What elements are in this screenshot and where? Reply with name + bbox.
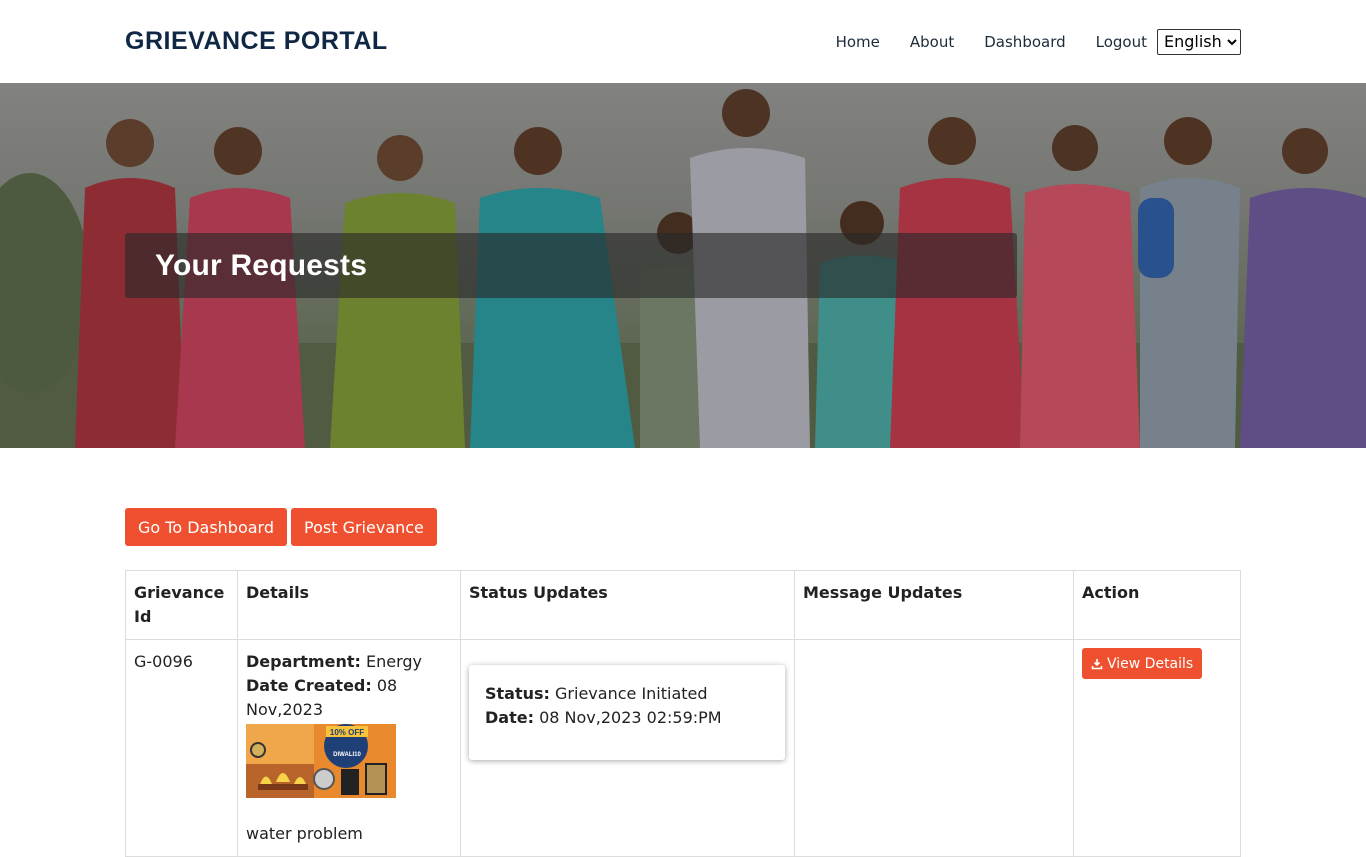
nav-about-link[interactable]: About [910,33,954,51]
date-created-line: Date Created: 08 Nov,2023 [246,674,452,722]
language-select[interactable]: English [1157,28,1241,55]
page-title: Your Requests [155,248,368,282]
table-row: G-0096 Department: Energy Date Created: … [125,639,1241,857]
cell-details: Department: Energy Date Created: 08 Nov,… [237,639,461,857]
main-nav: Home About Dashboard Logout English [836,28,1241,55]
status-value: Grievance Initiated [555,684,708,703]
hero-banner: Your Requests [0,83,1366,448]
post-grievance-button[interactable]: Post Grievance [291,508,437,546]
action-buttons: Go To Dashboard Post Grievance [125,508,1241,546]
header-action: Action [1073,570,1241,640]
status-date-line: Date: 08 Nov,2023 02:59:PM [485,706,769,730]
grievance-table: Grievance Id Details Status Updates Mess… [125,570,1241,857]
department-value: Energy [365,652,422,671]
header-grievance-id: Grievance Id [125,570,238,640]
grievance-description: water problem [246,824,363,843]
status-date-value: 08 Nov,2023 02:59:PM [539,708,722,727]
cell-grievance-id: G-0096 [125,639,238,857]
nav-home-link[interactable]: Home [836,33,880,51]
view-details-button[interactable]: View Details [1082,648,1203,679]
promo-offer-text: 10% OFF [330,728,364,737]
nav-logout-link[interactable]: Logout [1096,33,1147,51]
cell-message-updates [794,639,1074,857]
nav-dashboard-link[interactable]: Dashboard [984,33,1065,51]
cell-action: View Details [1073,639,1241,857]
department-label: Department: [246,652,361,671]
header-details: Details [237,570,461,640]
status-card: Status: Grievance Initiated Date: 08 Nov… [469,665,785,760]
cell-status-updates: Status: Grievance Initiated Date: 08 Nov… [460,639,795,857]
table-header-row: Grievance Id Details Status Updates Mess… [125,570,1241,640]
hero-title-box: Your Requests [125,233,1017,298]
promo-code-text: DIWALI10 [333,752,361,758]
promo-image-icon[interactable]: 10% OFF DIWALI10 [246,724,396,798]
department-line: Department: Energy [246,650,452,674]
date-created-label: Date Created: [246,676,372,695]
view-details-label: View Details [1107,655,1194,672]
go-to-dashboard-button[interactable]: Go To Dashboard [125,508,288,546]
site-brand[interactable]: GRIEVANCE PORTAL [125,27,388,56]
header-status-updates: Status Updates [460,570,795,640]
status-date-label: Date: [485,708,534,727]
status-line: Status: Grievance Initiated [485,682,769,706]
top-navbar: GRIEVANCE PORTAL Home About Dashboard Lo… [0,0,1366,83]
main-content: Go To Dashboard Post Grievance Grievance… [0,448,1366,857]
status-label: Status: [485,684,550,703]
download-icon [1091,658,1103,669]
header-message-updates: Message Updates [794,570,1074,640]
